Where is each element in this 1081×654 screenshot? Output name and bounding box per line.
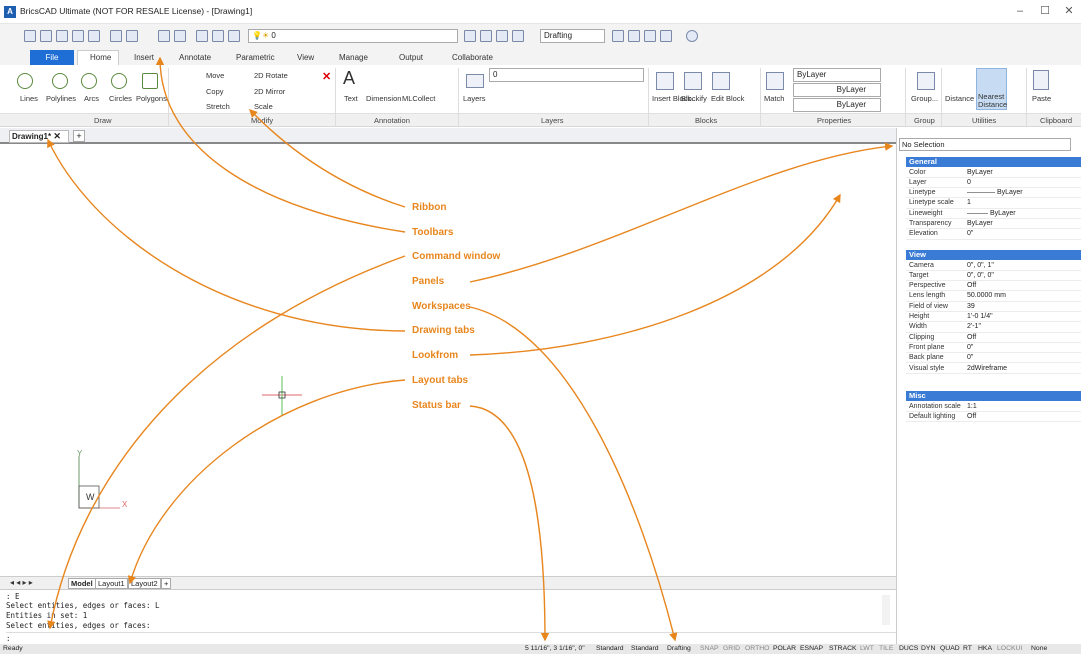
annotation-toolbars: Toolbars [412,227,454,238]
annotation-lookfrom: Lookfrom [412,350,459,361]
annotation-layout-tabs: Layout tabs [412,375,469,386]
annotation-workspaces: Workspaces [412,301,471,312]
annotation-panels: Panels [412,276,445,287]
annotation-ribbon: Ribbon [412,202,447,213]
annotation-status-bar: Status bar [412,400,461,411]
annotation-command-window: Command window [412,251,501,262]
annotation-arrows [47,56,894,642]
annotation-drawing-tabs: Drawing tabs [412,325,475,336]
